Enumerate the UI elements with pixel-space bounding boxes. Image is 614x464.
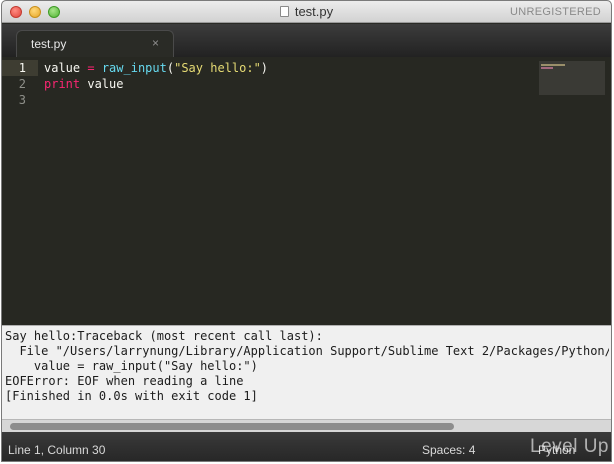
output-line: File "/Users/larrynung/Library/Applicati… <box>5 344 609 358</box>
minimap[interactable] <box>539 61 605 95</box>
horizontal-scrollbar[interactable] <box>2 419 611 432</box>
code-identifier: value <box>80 77 124 91</box>
line-number: 1 <box>18 61 26 75</box>
code-operator: = <box>87 61 95 75</box>
code-line: print value <box>44 76 268 92</box>
tab-bar: test.py × <box>2 24 611 57</box>
code-editor[interactable]: 1 2 3 value = raw_input("Say hello:") pr… <box>2 57 611 325</box>
syntax-selector[interactable]: Python <box>538 443 575 457</box>
minimap-line <box>541 64 565 66</box>
code-keyword: print <box>44 77 81 91</box>
document-icon <box>279 6 289 17</box>
line-number: 3 <box>18 93 26 107</box>
tab-test-py[interactable]: test.py × <box>16 30 174 57</box>
output-line: EOFError: EOF when reading a line <box>5 374 244 388</box>
code-area[interactable]: value = raw_input("Say hello:") print va… <box>44 60 268 108</box>
line-number: 2 <box>18 77 26 91</box>
code-line: value = raw_input("Say hello:") <box>44 60 268 76</box>
code-identifier: value <box>44 61 88 75</box>
tab-close-icon[interactable]: × <box>152 36 159 50</box>
code-function: raw_input <box>101 61 167 75</box>
title-bar: test.py UNREGISTERED <box>2 1 611 23</box>
tab-label: test.py <box>31 37 67 51</box>
status-bar: Line 1, Column 30 Spaces: 4 Python <box>2 432 611 461</box>
code-string: "Say hello:" <box>174 61 261 75</box>
build-output-panel[interactable]: Say hello:Traceback (most recent call la… <box>2 325 611 419</box>
indentation-setting[interactable]: Spaces: 4 <box>422 443 475 457</box>
output-line: value = raw_input("Say hello:") <box>5 359 258 373</box>
build-output-text: Say hello:Traceback (most recent call la… <box>5 329 609 404</box>
output-line: Say hello:Traceback (most recent call la… <box>5 329 323 343</box>
window-title-text: test.py <box>294 4 334 19</box>
unregistered-label: UNREGISTERED <box>510 6 601 18</box>
code-paren-close: ) <box>260 61 269 75</box>
minimap-line <box>541 67 553 69</box>
cursor-position: Line 1, Column 30 <box>8 443 106 457</box>
line-number-gutter: 1 2 3 <box>2 57 32 325</box>
editor-window: test.py UNREGISTERED test.py × 1 2 3 val… <box>1 0 612 462</box>
code-paren-open: ( <box>166 61 175 75</box>
output-line: [Finished in 0.0s with exit code 1] <box>5 389 258 403</box>
scrollbar-thumb[interactable] <box>10 423 454 430</box>
